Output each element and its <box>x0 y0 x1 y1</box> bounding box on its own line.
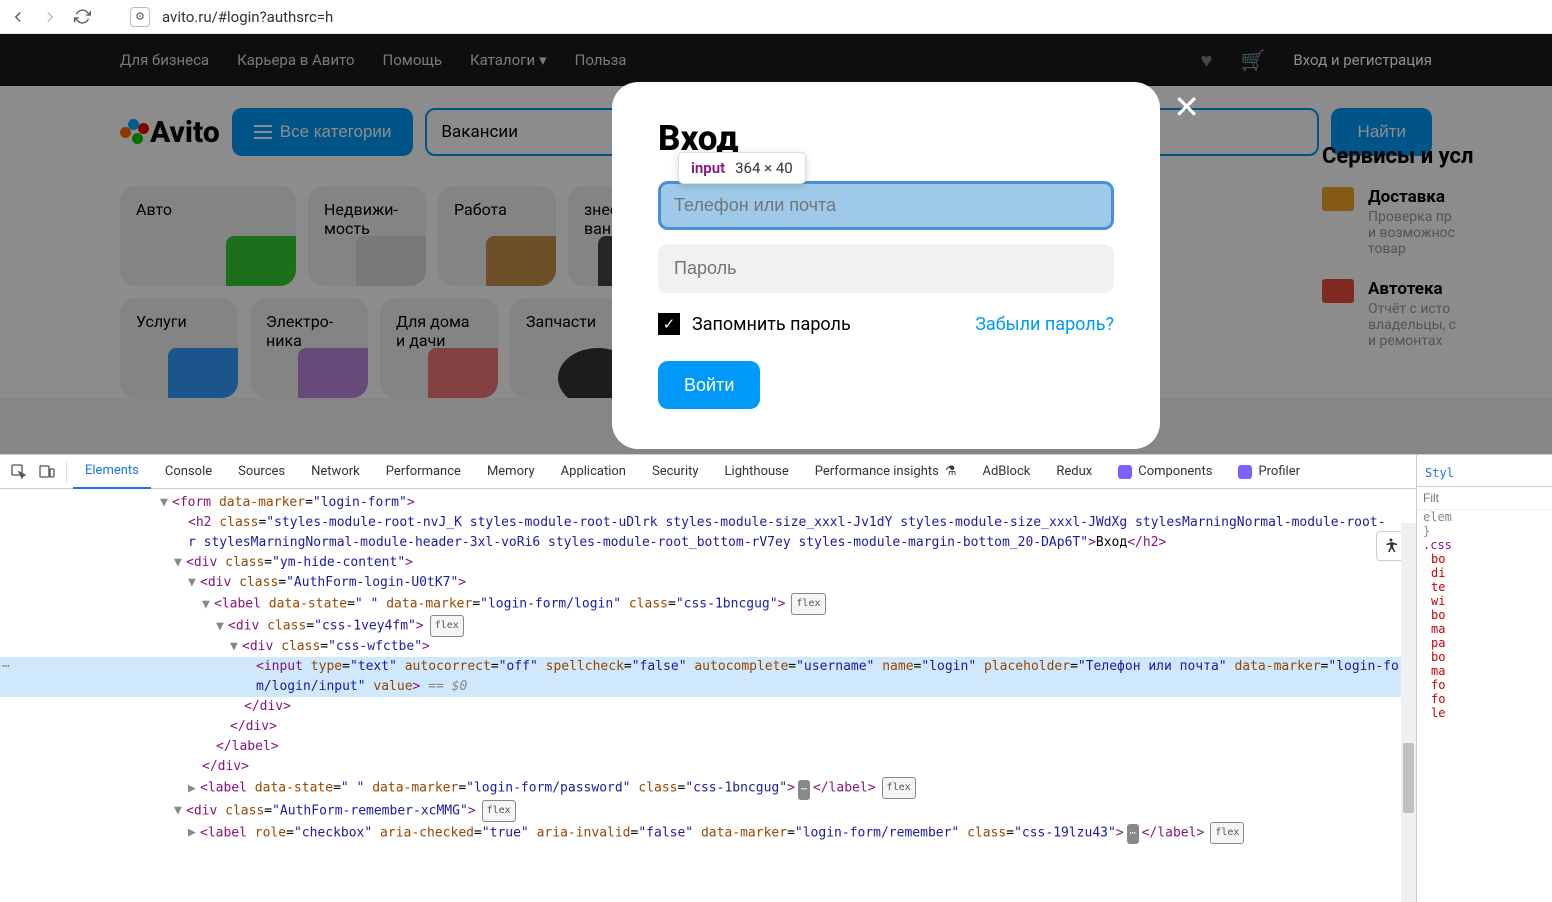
reload-button[interactable] <box>72 7 92 27</box>
back-button[interactable] <box>8 7 28 27</box>
flask-icon: ⚗ <box>945 464 957 479</box>
tab-components[interactable]: Components <box>1106 455 1224 489</box>
react-icon <box>1118 465 1132 479</box>
remember-label: Запомнить пароль <box>692 314 851 335</box>
tab-styles[interactable]: Styl <box>1425 466 1454 480</box>
brace-close: } <box>1417 524 1552 538</box>
tab-network[interactable]: Network <box>299 455 372 489</box>
styles-panel: Styl elem } .css boditewibomapabomafofol… <box>1416 455 1552 902</box>
styles-filter[interactable] <box>1417 487 1552 510</box>
element-style-label: elem <box>1417 510 1552 524</box>
scrollbar[interactable] <box>1401 523 1416 902</box>
forward-button[interactable] <box>40 7 60 27</box>
react-icon <box>1238 465 1252 479</box>
tab-redux[interactable]: Redux <box>1044 455 1104 489</box>
login-field[interactable] <box>658 181 1114 230</box>
tab-memory[interactable]: Memory <box>475 455 547 489</box>
tab-adblock[interactable]: AdBlock <box>970 455 1042 489</box>
tab-performance[interactable]: Performance <box>374 455 473 489</box>
tab-application[interactable]: Application <box>549 455 638 489</box>
tab-sources[interactable]: Sources <box>226 455 297 489</box>
tab-console[interactable]: Console <box>153 455 224 489</box>
remember-checkbox[interactable]: ✓ Запомнить пароль <box>658 313 851 335</box>
tab-elements[interactable]: Elements <box>73 455 151 489</box>
password-field[interactable] <box>658 244 1114 293</box>
browser-toolbar: ⚙ avito.ru/#login?authsrc=h <box>0 0 1552 34</box>
address-bar[interactable]: avito.ru/#login?authsrc=h <box>162 8 333 26</box>
css-selector[interactable]: .css <box>1423 538 1452 552</box>
close-icon[interactable]: ✕ <box>1173 88 1200 126</box>
forgot-password-link[interactable]: Забыли пароль? <box>975 314 1114 335</box>
login-modal: ✕ Вход ✓ Запомнить пароль Забыли пароль?… <box>612 82 1160 449</box>
device-toolbar-icon[interactable] <box>34 459 60 485</box>
submit-button[interactable]: Войти <box>658 361 760 409</box>
elements-tree[interactable]: ▼<form data-marker="login-form"> <h2 cla… <box>0 489 1416 902</box>
inspect-element-icon[interactable] <box>6 459 32 485</box>
devtools-panel: Elements Console Sources Network Perform… <box>0 454 1552 902</box>
devtools-tabs: Elements Console Sources Network Perform… <box>0 455 1416 489</box>
site-settings-icon[interactable]: ⚙ <box>130 7 150 27</box>
tab-perf-insights[interactable]: Performance insights ⚗ <box>803 455 969 489</box>
element-inspector-tooltip: input 364 × 40 <box>678 152 806 184</box>
tab-security[interactable]: Security <box>640 455 711 489</box>
checkbox-checked-icon: ✓ <box>658 313 680 335</box>
tab-lighthouse[interactable]: Lighthouse <box>713 455 801 489</box>
tab-profiler[interactable]: Profiler <box>1226 455 1312 489</box>
